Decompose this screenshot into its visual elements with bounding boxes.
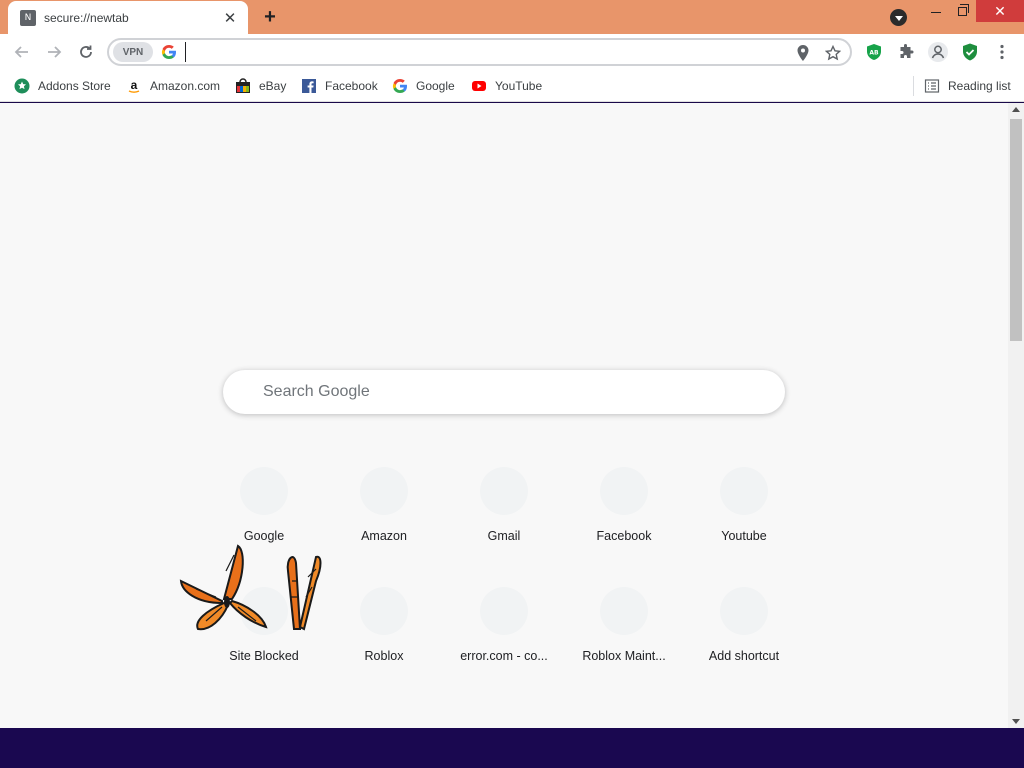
- forward-button[interactable]: [40, 38, 68, 66]
- extensions-button[interactable]: [894, 40, 918, 64]
- tab-close-icon[interactable]: ✕: [222, 10, 238, 27]
- butterfly-left: [179, 544, 268, 631]
- page-scrollbar[interactable]: [1008, 103, 1024, 728]
- os-taskbar: [0, 728, 1024, 768]
- location-pin-icon[interactable]: [793, 43, 813, 63]
- browser-toolbar: VPN AB: [0, 34, 1024, 70]
- browser-menu-button[interactable]: [990, 40, 1014, 64]
- shortcut-icon: [600, 467, 648, 515]
- title-bar: N secure://newtab ✕ + ✕: [0, 0, 1024, 34]
- kebab-menu-icon: [1000, 44, 1004, 60]
- scroll-thumb[interactable]: [1010, 119, 1022, 341]
- shortcut-label: error.com - co...: [460, 649, 548, 663]
- restore-icon: [957, 3, 969, 16]
- security-extension-button[interactable]: [958, 40, 982, 64]
- shortcut-tile[interactable]: Facebook: [568, 451, 680, 563]
- butterfly-overlay-image: [179, 544, 322, 631]
- shortcut-label: Site Blocked: [229, 649, 299, 663]
- shortcut-tile[interactable]: error.com - co...: [448, 571, 560, 683]
- bookmark-label: Facebook: [325, 79, 378, 93]
- person-icon: [928, 42, 948, 62]
- shortcut-label: Add shortcut: [708, 649, 780, 663]
- address-input[interactable]: [185, 42, 785, 62]
- star-icon: [825, 45, 841, 61]
- shortcut-icon: [480, 587, 528, 635]
- shortcut-icon: [360, 467, 408, 515]
- bookmark-label: Addons Store: [38, 79, 111, 93]
- location-pin-glyph: [797, 45, 809, 61]
- shortcut-tile[interactable]: Amazon: [328, 451, 440, 563]
- ebay-icon: [236, 78, 250, 93]
- bookmark-youtube[interactable]: YouTube: [471, 76, 542, 96]
- bookmark-google[interactable]: Google: [392, 76, 455, 96]
- tab-favicon-icon: N: [20, 9, 36, 26]
- bookmark-label: eBay: [259, 79, 287, 93]
- add-shortcut-tile[interactable]: Add shortcut: [688, 571, 800, 683]
- google-search-box[interactable]: [223, 370, 785, 414]
- amazon-icon: a: [128, 78, 140, 93]
- facebook-icon: [302, 79, 316, 93]
- bookmark-label: Amazon.com: [150, 79, 221, 93]
- bookmarks-bar: Addons Store a Amazon.com eBay Facebook …: [0, 70, 1024, 102]
- scroll-down-arrow-icon[interactable]: [1012, 719, 1020, 724]
- bookmark-label: YouTube: [495, 79, 543, 93]
- google-icon: [392, 79, 407, 93]
- search-input[interactable]: [263, 370, 763, 414]
- new-tab-button[interactable]: +: [258, 6, 282, 28]
- reading-list-button[interactable]: Reading list: [924, 76, 1011, 96]
- bookmark-label: Google: [416, 79, 455, 93]
- new-tab-page: Google Amazon Gmail Facebook Youtube Sit…: [0, 103, 1008, 728]
- youtube-icon: [472, 81, 486, 91]
- bookmark-amazon[interactable]: a Amazon.com: [126, 76, 220, 96]
- shortcut-tile[interactable]: Roblox Maint...: [568, 571, 680, 683]
- butterfly-right: [286, 555, 322, 631]
- address-bar[interactable]: VPN: [107, 38, 852, 66]
- svg-text:AB: AB: [869, 50, 879, 57]
- arrow-left-icon: [14, 46, 28, 58]
- addons-store-icon: [14, 78, 30, 94]
- bookmark-addons-store[interactable]: Addons Store: [14, 76, 111, 96]
- adblock-shield-icon: AB: [867, 44, 881, 60]
- scroll-up-arrow-icon[interactable]: [1012, 107, 1020, 112]
- adblock-extension-button[interactable]: AB: [862, 40, 886, 64]
- browser-tab[interactable]: N secure://newtab ✕: [8, 1, 248, 34]
- bookmark-star-icon[interactable]: [823, 43, 843, 63]
- shortcut-icon: [720, 467, 768, 515]
- bookmark-facebook[interactable]: Facebook: [301, 76, 378, 96]
- reading-list-label: Reading list: [948, 79, 1011, 93]
- minimize-icon: [931, 11, 941, 13]
- tab-search-button[interactable]: [890, 9, 907, 26]
- shortcut-label: Roblox Maint...: [582, 649, 666, 663]
- puzzle-icon: [900, 44, 914, 58]
- shield-check-icon: [963, 43, 977, 61]
- shortcut-icon: [600, 587, 648, 635]
- shortcut-label: Facebook: [596, 529, 652, 543]
- svg-text:a: a: [131, 78, 138, 92]
- vpn-button[interactable]: VPN: [113, 42, 153, 62]
- arrow-right-icon: [48, 46, 62, 58]
- tab-title: secure://newtab: [44, 10, 129, 25]
- google-g-icon: [161, 45, 176, 59]
- profile-button[interactable]: [926, 40, 950, 64]
- bookmark-ebay[interactable]: eBay: [235, 76, 286, 96]
- reload-icon: [80, 45, 92, 58]
- close-window-button[interactable]: ✕: [976, 0, 1024, 22]
- shortcut-tile[interactable]: Gmail: [448, 451, 560, 563]
- shortcut-label: Gmail: [487, 529, 521, 543]
- shortcut-icon: [480, 467, 528, 515]
- shortcut-tile[interactable]: Youtube: [688, 451, 800, 563]
- back-button[interactable]: [8, 38, 36, 66]
- shortcut-label: Amazon: [361, 529, 407, 543]
- shortcut-icon: [240, 467, 288, 515]
- bookmarks-separator: [913, 76, 914, 96]
- reading-list-icon: [924, 79, 940, 93]
- shortcut-label: Youtube: [721, 529, 767, 543]
- shortcut-tile[interactable]: Roblox: [328, 571, 440, 683]
- maximize-button[interactable]: [946, 0, 978, 22]
- shortcut-label: Roblox: [364, 649, 404, 663]
- shortcut-icon: [360, 587, 408, 635]
- reload-button[interactable]: [72, 38, 100, 66]
- add-shortcut-icon: [720, 587, 768, 635]
